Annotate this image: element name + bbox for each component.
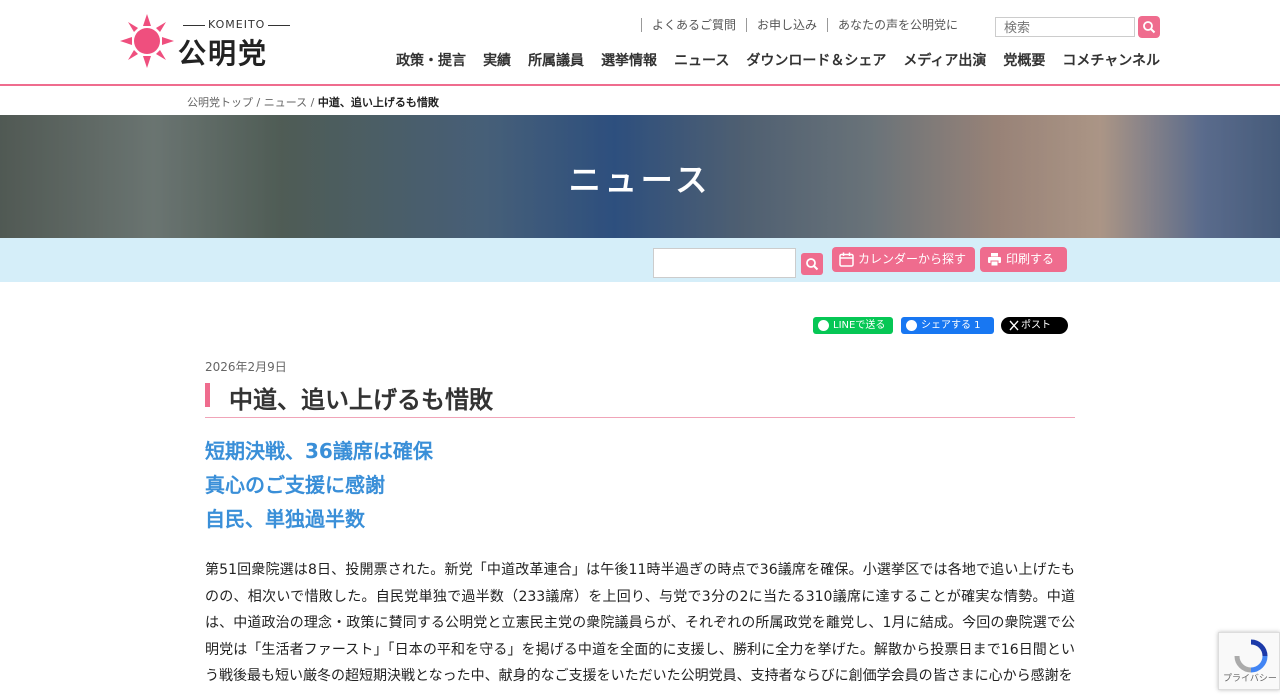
- print-button-label: 印刷する: [1006, 252, 1055, 266]
- calendar-search-button[interactable]: カレンダーから探す: [832, 247, 975, 272]
- breadcrumb-home[interactable]: 公明党トップ: [187, 96, 253, 109]
- calendar-icon: [839, 252, 854, 267]
- facebook-share-label: シェアする 1: [921, 320, 981, 331]
- article-subtitle: 真心のご支援に感謝: [205, 473, 385, 497]
- voice-link[interactable]: あなたの声を公明党に: [826, 18, 968, 32]
- breadcrumb-current: 中道、追い上げるも惜敗: [317, 96, 439, 109]
- article-body: 第51回衆院選は8日、投開票された。新党「中道改革連合」は午後11時半過ぎの時点…: [205, 562, 1075, 684]
- facebook-share-button[interactable]: シェアする 1: [901, 317, 994, 334]
- recaptcha-badge[interactable]: プライバシー・利用規約: [1218, 632, 1280, 690]
- print-button[interactable]: 印刷する: [980, 247, 1067, 272]
- main-nav: 政策・提言 実績 所属議員 選挙情報 ニュース ダウンロード＆シェア メディア出…: [379, 50, 1160, 70]
- komeito-logo[interactable]: KOMEITO 公明党: [120, 12, 290, 70]
- news-search-input[interactable]: [653, 248, 796, 278]
- x-post-label: ポスト: [1021, 320, 1051, 331]
- calendar-button-label: カレンダーから探す: [858, 252, 967, 266]
- article-title: 中道、追い上げるも惜敗: [229, 386, 493, 414]
- recaptcha-icon: [1234, 639, 1268, 673]
- breadcrumb-news[interactable]: ニュース: [264, 96, 307, 109]
- site-search-input[interactable]: [995, 17, 1135, 37]
- article-title-block: 中道、追い上げるも惜敗: [205, 378, 1075, 418]
- recaptcha-text: プライバシー・利用規約: [1223, 674, 1280, 684]
- search-icon: [1143, 21, 1156, 34]
- news-search-button[interactable]: [801, 253, 823, 275]
- article-subtitle: 短期決戦、36議席は確保: [205, 439, 433, 463]
- nav-item-media[interactable]: メディア出演: [903, 50, 986, 70]
- hero-banner: ニュース: [0, 115, 1280, 238]
- printer-icon: [988, 253, 1001, 267]
- site-header: KOMEITO 公明党 よくあるご質問 お申し込み あなたの声を公明党に 政策・…: [0, 0, 1280, 86]
- application-link[interactable]: お申し込み: [745, 18, 827, 32]
- nav-item-elections[interactable]: 選挙情報: [601, 50, 657, 70]
- title-accent-bar: [205, 383, 210, 407]
- breadcrumb: 公明党トップ / ニュース / 中道、追い上げるも惜敗: [187, 94, 439, 110]
- line-icon: [818, 320, 829, 331]
- breadcrumb-separator: /: [253, 96, 264, 109]
- site-search-button[interactable]: [1138, 16, 1160, 38]
- facebook-icon: [906, 320, 917, 331]
- line-share-label: LINEで送る: [833, 320, 886, 331]
- faq-link[interactable]: よくあるご質問: [640, 18, 746, 32]
- nav-item-achievements[interactable]: 実績: [483, 50, 511, 70]
- breadcrumb-separator: /: [307, 96, 318, 109]
- nav-item-channel[interactable]: コメチャンネル: [1062, 50, 1160, 70]
- x-logo-icon: [1009, 320, 1019, 331]
- hero-title: ニュース: [568, 161, 712, 199]
- logo-english-name: KOMEITO: [180, 18, 293, 31]
- x-post-button[interactable]: ポスト: [1001, 317, 1068, 334]
- article-subtitle: 自民、単独過半数: [205, 507, 365, 531]
- article-date: 2026年2月9日: [205, 360, 287, 374]
- logo-party-name: 公明党: [178, 37, 269, 70]
- utility-links: よくあるご質問 お申し込み あなたの声を公明党に: [640, 18, 968, 32]
- nav-item-download[interactable]: ダウンロード＆シェア: [746, 50, 886, 70]
- nav-item-about[interactable]: 党概要: [1003, 50, 1045, 70]
- nav-item-members[interactable]: 所属議員: [528, 50, 584, 70]
- article-subtitles: 短期決戦、36議席は確保 真心のご支援に感謝 自民、単独過半数: [205, 436, 433, 538]
- nav-item-policy[interactable]: 政策・提言: [396, 50, 466, 70]
- news-toolbar: カレンダーから探す 印刷する: [0, 238, 1280, 282]
- search-icon: [806, 258, 819, 271]
- sun-logo-icon: [120, 14, 174, 68]
- nav-item-news[interactable]: ニュース: [674, 50, 729, 70]
- line-share-button[interactable]: LINEで送る: [813, 317, 893, 334]
